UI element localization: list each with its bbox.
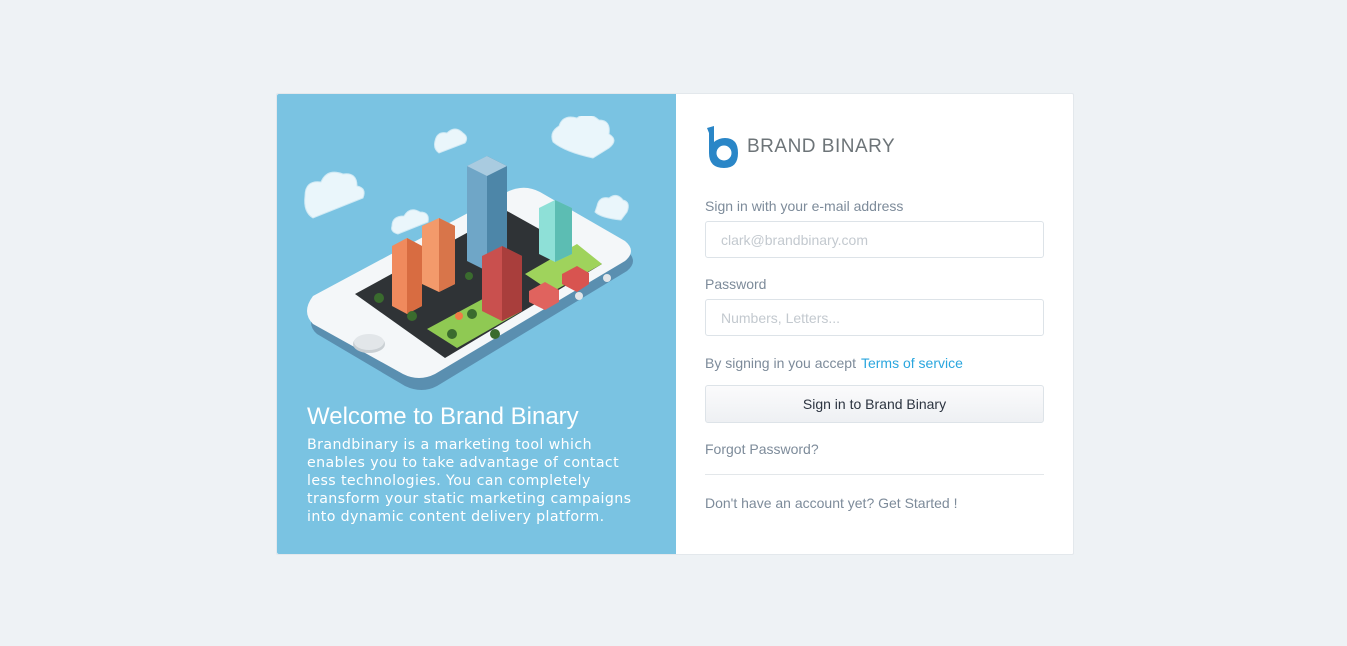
brand-name: BRAND BINARY: [747, 136, 896, 157]
divider: [705, 474, 1044, 475]
terms-of-service-link[interactable]: Terms of service: [861, 355, 963, 371]
password-field[interactable]: [705, 299, 1044, 336]
welcome-panel: Welcome to Brand Binary Brandbinary is a…: [277, 94, 676, 554]
email-field[interactable]: [705, 221, 1044, 258]
signin-panel: BRAND BINARY Sign in with your e-mail ad…: [676, 94, 1073, 554]
login-card: Welcome to Brand Binary Brandbinary is a…: [276, 93, 1074, 555]
welcome-description: Brandbinary is a marketing tool which en…: [307, 437, 632, 525]
get-started-link[interactable]: Don't have an account yet? Get Started !: [705, 495, 958, 511]
forgot-password-link[interactable]: Forgot Password?: [705, 441, 819, 457]
brand-logo: BRAND BINARY: [705, 124, 895, 170]
city-phone-illustration: [304, 116, 633, 390]
signin-button[interactable]: Sign in to Brand Binary: [705, 385, 1044, 423]
brand-b-logo-icon: [707, 126, 738, 168]
terms-notice-text: By signing in you accept: [705, 355, 856, 371]
email-label: Sign in with your e-mail address: [705, 198, 904, 214]
welcome-title: Welcome to Brand Binary: [307, 403, 579, 430]
password-label: Password: [705, 276, 767, 292]
terms-notice: By signing in you accept Terms of service: [705, 355, 963, 371]
